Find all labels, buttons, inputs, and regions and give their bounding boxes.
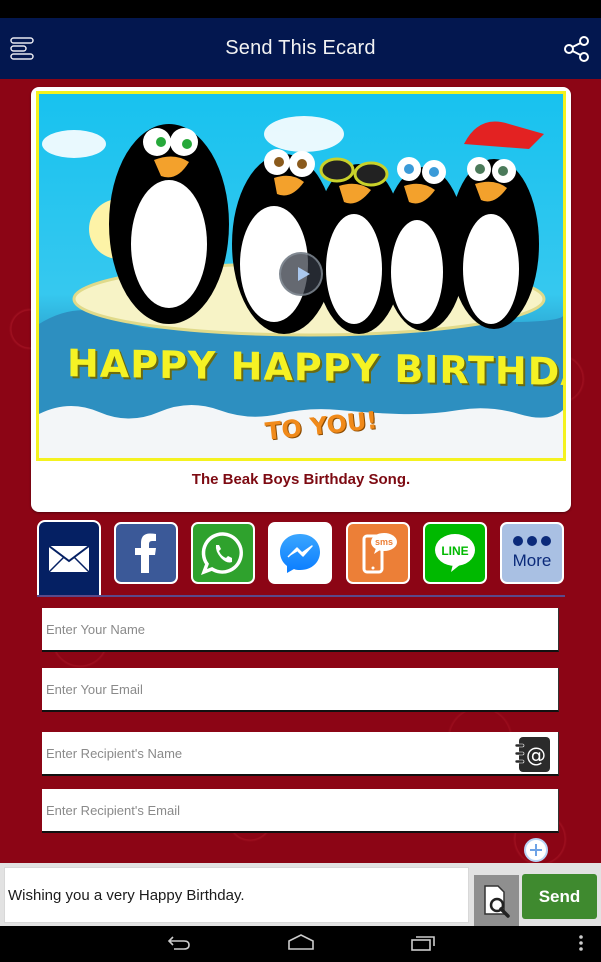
- app-bar: Send This Ecard: [0, 18, 601, 79]
- share-option-sms[interactable]: sms: [346, 522, 410, 584]
- share-option-line[interactable]: LINE: [423, 522, 487, 584]
- share-options: sms LINE More: [0, 520, 601, 597]
- home-button[interactable]: [287, 933, 315, 958]
- status-bar: [0, 0, 601, 18]
- share-options-divider: [37, 595, 565, 597]
- system-nav-bar: [0, 926, 601, 962]
- sms-icon: sms: [362, 533, 397, 574]
- contacts-button[interactable]: @: [514, 736, 551, 773]
- back-button[interactable]: [166, 933, 192, 958]
- compose-bar: Wishing you a very Happy Birthday. Send: [0, 863, 601, 926]
- share-option-whatsapp[interactable]: [191, 522, 255, 584]
- envelope-icon: [48, 545, 90, 573]
- share-option-facebook[interactable]: [114, 522, 178, 584]
- line-icon: LINE: [435, 534, 475, 572]
- svg-text:@: @: [526, 743, 546, 767]
- ecard-caption: The Beak Boys Birthday Song.: [191, 471, 411, 488]
- your-email-field: [42, 668, 559, 712]
- recent-apps-icon: [411, 936, 435, 951]
- your-name-field: [42, 608, 559, 652]
- overflow-menu-icon: [579, 935, 583, 951]
- preview-document-icon: [483, 884, 510, 918]
- ecard-card: HAPPY HAPPY BIRTHDAY TO YOU! The Beak Bo…: [31, 87, 571, 512]
- recipient-name-input[interactable]: [46, 732, 506, 774]
- recent-apps-button[interactable]: [410, 933, 436, 958]
- whatsapp-icon: [201, 532, 243, 575]
- preview-button[interactable]: [474, 875, 519, 926]
- share-button[interactable]: [563, 35, 591, 63]
- recipient-email-field: [42, 789, 559, 833]
- address-book-icon: @: [514, 737, 550, 772]
- overflow-menu-button[interactable]: [578, 933, 584, 958]
- menu-button[interactable]: [9, 36, 36, 62]
- share-option-more[interactable]: More: [500, 522, 564, 584]
- your-email-input[interactable]: [46, 668, 558, 710]
- hamburger-menu-icon: [10, 37, 34, 60]
- add-recipient-button[interactable]: [524, 838, 548, 862]
- message-input[interactable]: Wishing you a very Happy Birthday.: [4, 867, 469, 923]
- messenger-icon: [280, 534, 320, 573]
- share-option-messenger[interactable]: [268, 522, 332, 584]
- content-area: HAPPY HAPPY BIRTHDAY TO YOU! The Beak Bo…: [0, 79, 601, 863]
- back-icon: [167, 936, 190, 950]
- svg-text:LINE: LINE: [441, 544, 468, 558]
- recipient-email-input[interactable]: [46, 789, 558, 831]
- page-title: Send This Ecard: [225, 37, 376, 59]
- share-icon: [564, 36, 589, 62]
- share-option-email[interactable]: [37, 520, 101, 596]
- facebook-icon: [135, 533, 156, 573]
- your-name-input[interactable]: [46, 608, 558, 650]
- send-button[interactable]: Send: [522, 874, 597, 919]
- home-icon: [288, 934, 314, 950]
- play-button[interactable]: [279, 252, 323, 296]
- more-dots-icon: [513, 536, 551, 546]
- recipient-name-field: @: [42, 732, 559, 776]
- more-label: More: [512, 551, 552, 570]
- penguin-1: [109, 124, 229, 324]
- svg-text:sms: sms: [375, 537, 393, 547]
- ecard-preview-image[interactable]: HAPPY HAPPY BIRTHDAY TO YOU!: [36, 91, 566, 461]
